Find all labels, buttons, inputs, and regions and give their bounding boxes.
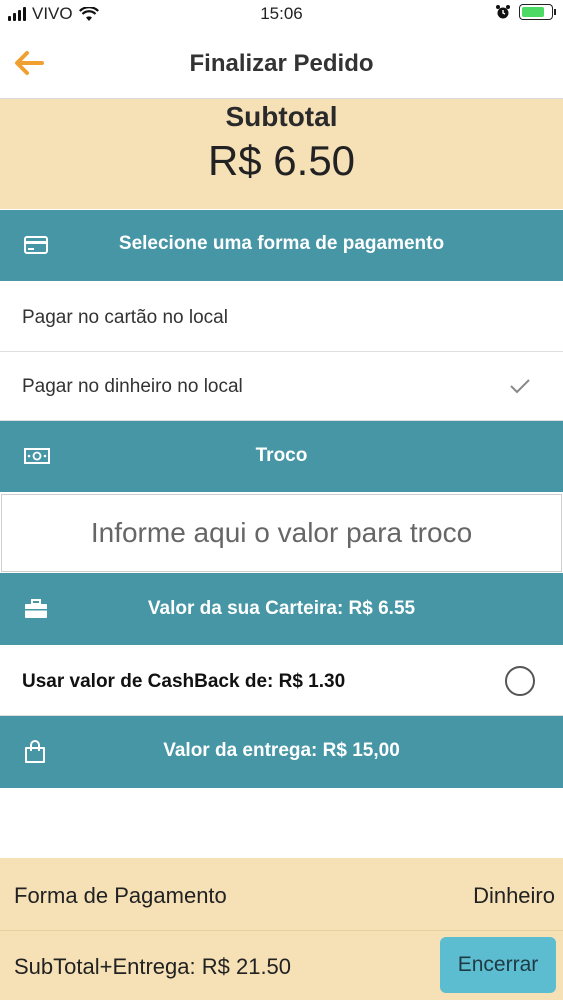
troco-section-header: Troco [0,421,563,492]
cashback-radio[interactable] [505,666,535,696]
cashback-row[interactable]: Usar valor de CashBack de: R$ 1.30 [0,646,563,716]
status-time: 15:06 [260,4,303,23]
battery-icon [519,4,556,20]
payment-method-value: Dinheiro [473,883,555,908]
subtotal-value: R$ 6.50 [207,137,356,184]
page-title: Finalizar Pedido [189,50,374,77]
payment-summary: Forma de Pagamento Dinheiro [0,858,563,930]
payment-section-header: Selecione uma forma de pagamento [0,210,563,281]
encerrar-button[interactable]: Encerrar [440,937,556,993]
payment-option-label: Pagar no dinheiro no local [22,376,243,397]
subtotal-panel: Subtotal R$ 6.50 [0,99,563,209]
status-right [495,4,556,20]
payment-header-label: Selecione uma forma de pagamento [118,233,445,254]
troco-header-label: Troco [255,445,308,466]
nav-bar: Finalizar Pedido [0,30,563,99]
payment-option-label: Pagar no cartão no local [22,307,228,328]
total-bar: SubTotal+Entrega: R$ 21.50 Encerrar [0,930,563,1000]
payment-method-label: Forma de Pagamento [14,883,227,908]
payment-option-card[interactable]: Pagar no cartão no local [0,282,563,352]
checkmark-icon [510,379,530,394]
cashback-label: Usar valor de CashBack de: R$ 1.30 [22,671,346,692]
wallet-header-label: Valor da sua Carteira: R$ 6.55 [147,598,416,619]
troco-input[interactable] [1,494,562,572]
subtotal-label: Subtotal [225,101,338,132]
payment-option-cash[interactable]: Pagar no dinheiro no local [0,352,563,421]
delivery-header-label: Valor da entrega: R$ 15,00 [163,740,400,761]
status-bar: VIVO 15:06 [0,0,563,30]
total-label: SubTotal+Entrega: R$ 21.50 [14,954,292,979]
delivery-section-header: Valor da entrega: R$ 15,00 [0,716,563,788]
wallet-section-header: Valor da sua Carteira: R$ 6.55 [0,573,563,645]
alarm-icon [496,5,510,19]
